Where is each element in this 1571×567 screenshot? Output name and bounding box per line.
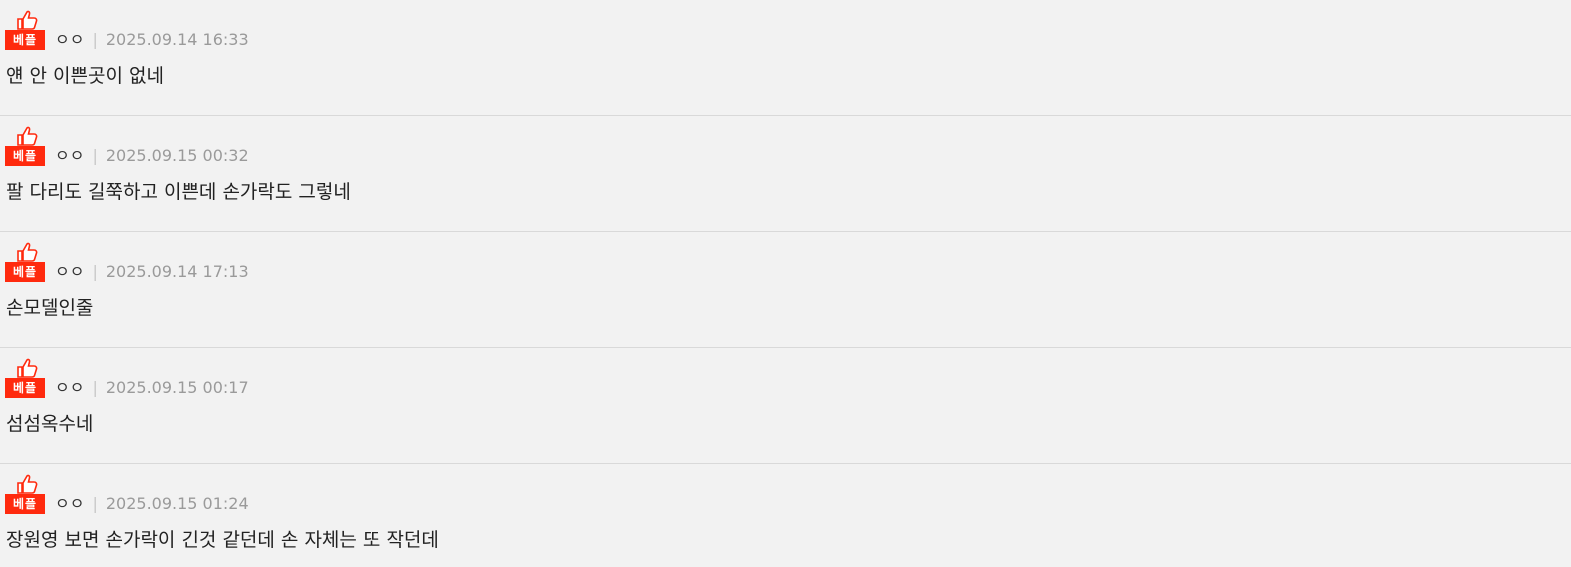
best-badge-label: 베플: [5, 262, 45, 282]
best-badge-label: 베플: [5, 30, 45, 50]
comment-timestamp: 2025.09.14 16:33: [105, 30, 249, 49]
comment-item: 베플 ㅇㅇ | 2025.09.14 17:13 손모델인줄: [0, 232, 1571, 348]
comment-meta: 베플 ㅇㅇ | 2025.09.14 16:33: [5, 10, 249, 50]
comment-timestamp: 2025.09.15 00:17: [105, 378, 249, 397]
thumbs-up-icon: [17, 242, 38, 262]
comment-item: 베플 ㅇㅇ | 2025.09.15 00:17 섬섬옥수네: [0, 348, 1571, 464]
comment-meta: 베플 ㅇㅇ | 2025.09.15 01:24: [5, 474, 249, 514]
comment-timestamp: 2025.09.15 00:32: [105, 146, 249, 165]
meta-separator: |: [92, 262, 98, 281]
thumbs-up-icon: [17, 474, 38, 494]
best-reply-badge: 베플: [5, 358, 47, 398]
thumbs-up-icon: [17, 10, 38, 30]
meta-separator: |: [92, 30, 98, 49]
thumbs-up-icon: [17, 358, 38, 378]
best-badge-label: 베플: [5, 494, 45, 514]
comment-item: 베플 ㅇㅇ | 2025.09.15 00:32 팔 다리도 길쭉하고 이쁜데 …: [0, 116, 1571, 232]
author-name[interactable]: ㅇㅇ: [55, 378, 84, 398]
best-reply-badge: 베플: [5, 126, 47, 166]
best-reply-badge: 베플: [5, 474, 47, 514]
comment-item: 베플 ㅇㅇ | 2025.09.14 16:33 얜 안 이쁜곳이 없네: [0, 0, 1571, 116]
author-name[interactable]: ㅇㅇ: [55, 262, 84, 282]
thumbs-up-icon: [17, 126, 38, 146]
meta-separator: |: [92, 494, 98, 513]
comment-meta: 베플 ㅇㅇ | 2025.09.15 00:17: [5, 358, 249, 398]
author-name[interactable]: ㅇㅇ: [55, 146, 84, 166]
meta-separator: |: [92, 378, 98, 397]
best-reply-badge: 베플: [5, 242, 47, 282]
best-badge-label: 베플: [5, 378, 45, 398]
comment-item: 베플 ㅇㅇ | 2025.09.15 01:24 장원영 보면 손가락이 긴것 …: [0, 464, 1571, 567]
comment-text: 팔 다리도 길쭉하고 이쁜데 손가락도 그렇네: [6, 181, 351, 203]
author-name[interactable]: ㅇㅇ: [55, 494, 84, 514]
comment-text: 얜 안 이쁜곳이 없네: [6, 65, 164, 87]
author-name[interactable]: ㅇㅇ: [55, 30, 84, 50]
comment-text: 장원영 보면 손가락이 긴것 같던데 손 자체는 또 작던데: [6, 529, 439, 551]
comment-text: 손모델인줄: [6, 297, 94, 319]
meta-separator: |: [92, 146, 98, 165]
comment-timestamp: 2025.09.14 17:13: [105, 262, 249, 281]
comment-list: 베플 ㅇㅇ | 2025.09.14 16:33 얜 안 이쁜곳이 없네 베플 …: [0, 0, 1571, 567]
best-reply-badge: 베플: [5, 10, 47, 50]
best-badge-label: 베플: [5, 146, 45, 166]
comment-meta: 베플 ㅇㅇ | 2025.09.14 17:13: [5, 242, 249, 282]
comment-text: 섬섬옥수네: [6, 413, 94, 435]
comment-meta: 베플 ㅇㅇ | 2025.09.15 00:32: [5, 126, 249, 166]
comment-timestamp: 2025.09.15 01:24: [105, 494, 249, 513]
